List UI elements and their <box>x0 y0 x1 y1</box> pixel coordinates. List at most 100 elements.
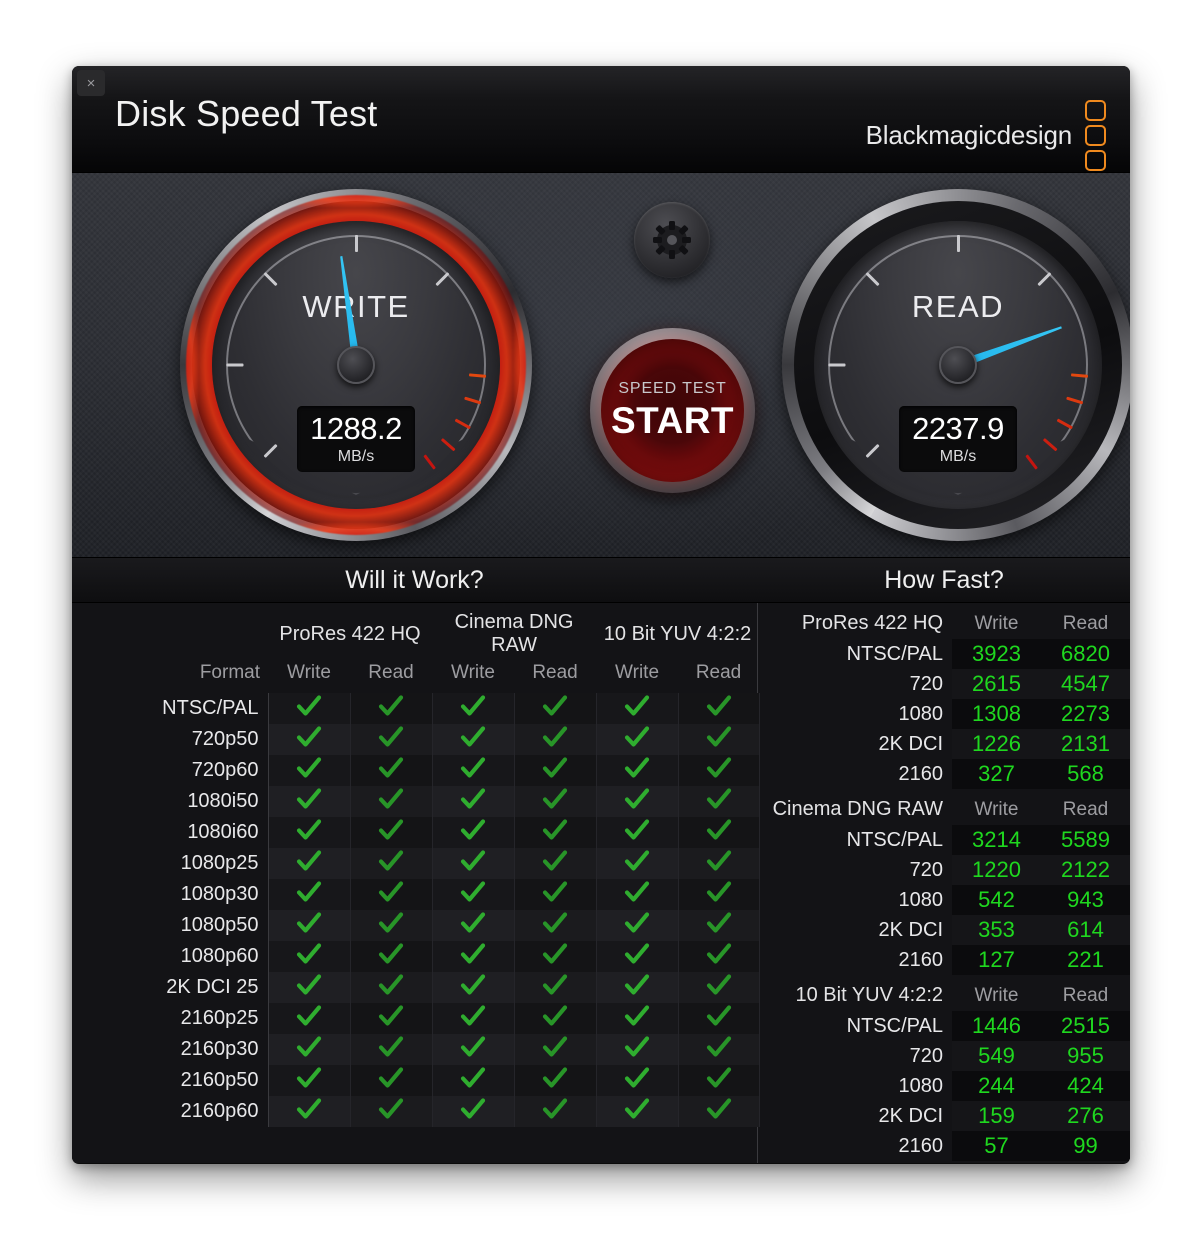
write-speed-value: 159 <box>952 1101 1041 1131</box>
read-speed-value: 276 <box>1041 1101 1130 1131</box>
support-cell <box>350 817 433 848</box>
read-speed-value: 4547 <box>1041 669 1130 699</box>
check-icon <box>706 788 731 809</box>
table-row: 1080p25 <box>72 848 760 879</box>
table-row: 2160p25 <box>72 1003 760 1034</box>
resolution-label: NTSC/PAL <box>846 828 943 851</box>
table-row: 1080p30 <box>72 879 760 910</box>
check-icon <box>624 881 650 902</box>
resolution-label: 2160 <box>898 762 944 785</box>
check-icon <box>706 726 731 747</box>
support-cell <box>596 941 679 972</box>
support-cell <box>350 972 433 1003</box>
col-header-write: Write <box>974 798 1019 820</box>
write-speed-value: 549 <box>952 1041 1041 1071</box>
resolution-label: 2K DCI <box>878 732 943 755</box>
support-cell <box>268 724 351 755</box>
support-cell <box>268 941 351 972</box>
close-icon[interactable]: × <box>77 70 105 96</box>
support-cell <box>678 1096 760 1127</box>
support-cell <box>432 786 515 817</box>
support-cell <box>268 817 351 848</box>
read-speed-value: 614 <box>1041 915 1130 945</box>
write-gauge-face: WRITE 1288.2 MB/s <box>212 221 500 509</box>
support-cell <box>350 1003 433 1034</box>
results-area: ProRes 422 HQ Cinema DNG RAW 10 Bit YUV … <box>72 603 1130 1163</box>
write-value: 1288.2 <box>310 411 402 446</box>
support-cell <box>432 1003 515 1034</box>
check-icon <box>296 819 322 840</box>
brand-name: Blackmagicdesign <box>865 120 1073 150</box>
support-cell <box>432 755 515 786</box>
format-label: 2160p60 <box>72 1096 269 1127</box>
read-speed-value: 2273 <box>1041 699 1130 729</box>
read-value: 2237.9 <box>912 411 1004 446</box>
support-cell <box>596 879 679 910</box>
read-readout: 2237.9 MB/s <box>899 406 1017 472</box>
check-icon <box>706 912 731 933</box>
support-cell <box>432 848 515 879</box>
support-cell <box>350 848 433 879</box>
check-icon <box>624 1005 650 1026</box>
support-cell <box>596 972 679 1003</box>
spacer-cell <box>72 603 268 660</box>
check-icon <box>460 757 486 778</box>
col-header-read: Read <box>1062 612 1109 634</box>
check-icon <box>706 695 731 716</box>
check-icon <box>542 1005 568 1026</box>
table-row: 1080 542 943 <box>757 885 1130 915</box>
resolution-label: 2160 <box>898 1134 944 1157</box>
col-header-read: Read <box>1062 798 1109 820</box>
group-header-yuv: 10 Bit YUV 4:2:2 <box>603 622 752 645</box>
support-cell <box>432 972 515 1003</box>
support-cell <box>678 910 760 941</box>
how-fast-title: How Fast? <box>884 566 1004 594</box>
col-header-read: Read <box>1062 984 1109 1006</box>
resolution-label: 720 <box>909 858 943 881</box>
support-cell <box>268 910 351 941</box>
support-cell <box>514 693 597 724</box>
support-cell <box>268 848 351 879</box>
write-speed-value: 3214 <box>952 825 1041 855</box>
write-speed-value: 127 <box>952 945 1041 975</box>
support-cell <box>350 941 433 972</box>
check-icon <box>296 757 322 778</box>
read-speed-value: 2131 <box>1041 729 1130 759</box>
support-cell <box>350 1034 433 1065</box>
check-icon <box>542 1036 568 1057</box>
gear-icon[interactable] <box>634 202 710 278</box>
table-row: 2160p50 <box>72 1065 760 1096</box>
check-icon <box>542 1067 568 1088</box>
resolution-label: 1080 <box>898 1074 944 1097</box>
support-cell <box>432 910 515 941</box>
resolution-label: 2K DCI <box>878 918 943 941</box>
support-cell <box>432 941 515 972</box>
support-cell <box>432 724 515 755</box>
check-icon <box>542 850 568 871</box>
check-icon <box>706 943 731 964</box>
support-cell <box>350 786 433 817</box>
support-cell <box>514 879 597 910</box>
app-title: Disk Speed Test <box>115 93 378 134</box>
check-icon <box>624 1036 650 1057</box>
col-header-dng-write: Write <box>451 662 495 683</box>
read-speed-value: 424 <box>1041 1071 1130 1101</box>
check-icon <box>378 788 404 809</box>
read-speed-value: 5589 <box>1041 825 1130 855</box>
check-icon <box>706 1036 731 1057</box>
speed-test-start-button[interactable]: SPEED TEST START <box>590 328 755 493</box>
check-icon <box>296 974 322 995</box>
col-header-write: Write <box>974 612 1019 634</box>
support-cell <box>350 1096 433 1127</box>
format-label: 1080p60 <box>72 941 269 972</box>
check-icon <box>542 943 568 964</box>
table-row: 1080 1308 2273 <box>757 699 1130 729</box>
sub-header-row: Format Write Read Write Read Write Read <box>72 660 759 693</box>
check-icon <box>378 943 404 964</box>
check-icon <box>542 757 568 778</box>
write-unit: MB/s <box>337 448 375 465</box>
check-icon <box>460 1005 486 1026</box>
group-name: 10 Bit YUV 4:2:2 <box>795 984 944 1006</box>
check-icon <box>296 726 322 747</box>
check-icon <box>542 1098 568 1119</box>
